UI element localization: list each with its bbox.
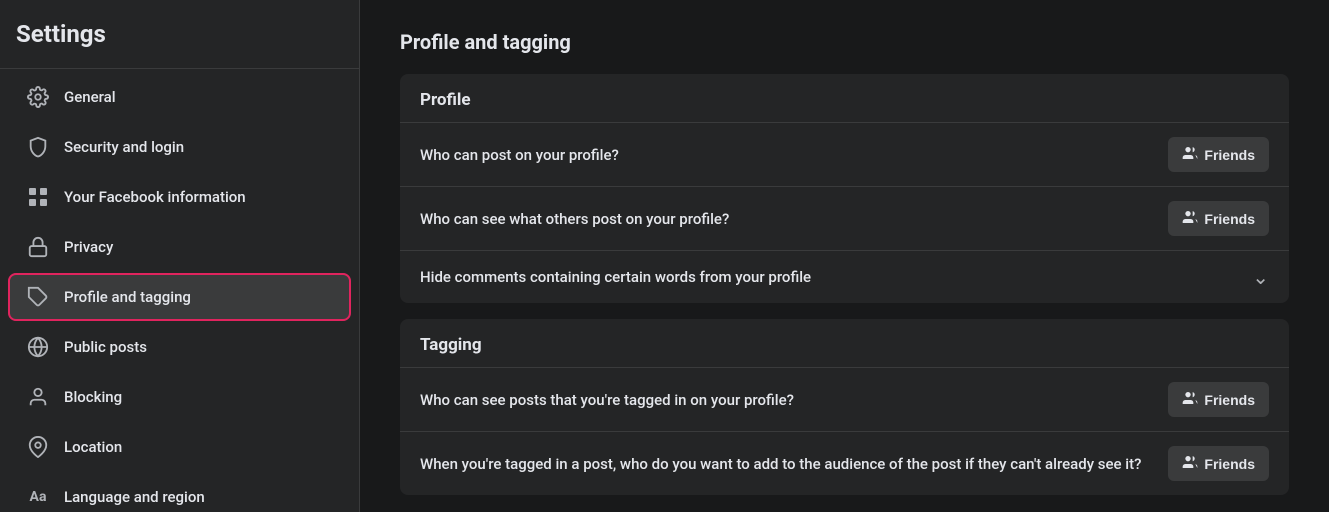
sidebar-item-label-general: General bbox=[64, 88, 116, 106]
setting-label-who-can-post: Who can post on your profile? bbox=[420, 146, 1152, 164]
btn-text-who-can-see-others-post: Friends bbox=[1204, 211, 1255, 227]
btn-text-who-can-post: Friends bbox=[1204, 147, 1255, 163]
blocking-icon bbox=[24, 383, 52, 411]
friends-icon bbox=[1182, 145, 1198, 164]
facebook-info-icon bbox=[24, 183, 52, 211]
setting-label-who-can-see-others-post: Who can see what others post on your pro… bbox=[420, 210, 1152, 228]
sidebar: Settings General Security and login Your F… bbox=[0, 0, 360, 512]
sidebar-item-label-blocking: Blocking bbox=[64, 388, 122, 406]
sidebar-item-facebook-info[interactable]: Your Facebook information bbox=[8, 173, 351, 221]
sidebar-item-label-security: Security and login bbox=[64, 138, 184, 156]
section-tagging: Tagging Who can see posts that you're tag… bbox=[400, 319, 1289, 495]
setting-row-who-can-see-others-post: Who can see what others post on your pro… bbox=[400, 186, 1289, 250]
sidebar-title: Settings bbox=[0, 20, 359, 64]
public-posts-icon bbox=[24, 333, 52, 361]
setting-row-tagged-audience: When you're tagged in a post, who do you… bbox=[400, 431, 1289, 495]
sidebar-item-profile-tagging[interactable]: Profile and tagging bbox=[8, 273, 351, 321]
sections-container: Profile Who can post on your profile? Frie… bbox=[400, 74, 1289, 495]
setting-label-hide-comments: Hide comments containing certain words f… bbox=[420, 268, 1236, 286]
sidebar-divider bbox=[0, 68, 359, 69]
setting-label-tagged-audience: When you're tagged in a post, who do you… bbox=[420, 455, 1152, 473]
sidebar-item-location[interactable]: Location bbox=[8, 423, 351, 471]
sidebar-item-label-location: Location bbox=[64, 438, 122, 456]
sidebar-item-security[interactable]: Security and login bbox=[8, 123, 351, 171]
sidebar-item-label-language: Language and region bbox=[64, 488, 205, 506]
setting-btn-who-can-post[interactable]: Friends bbox=[1168, 137, 1269, 172]
setting-row-who-can-see-tagged: Who can see posts that you're tagged in … bbox=[400, 367, 1289, 431]
sidebar-item-general[interactable]: General bbox=[8, 73, 351, 121]
setting-btn-who-can-see-tagged[interactable]: Friends bbox=[1168, 382, 1269, 417]
friends-icon bbox=[1182, 390, 1198, 409]
location-icon bbox=[24, 433, 52, 461]
setting-row-hide-comments: Hide comments containing certain words f… bbox=[400, 250, 1289, 303]
privacy-icon bbox=[24, 233, 52, 261]
sidebar-item-blocking[interactable]: Blocking bbox=[8, 373, 351, 421]
security-icon bbox=[24, 133, 52, 161]
setting-label-who-can-see-tagged: Who can see posts that you're tagged in … bbox=[420, 391, 1152, 409]
main-content: Profile and tagging ProfileWho can post … bbox=[360, 0, 1329, 512]
sidebar-item-label-profile-tagging: Profile and tagging bbox=[64, 288, 191, 306]
language-icon: Aa bbox=[24, 483, 52, 511]
friends-icon bbox=[1182, 454, 1198, 473]
btn-text-tagged-audience: Friends bbox=[1204, 456, 1255, 472]
section-profile: Profile Who can post on your profile? Frie… bbox=[400, 74, 1289, 303]
chevron-down-icon[interactable]: ⌄ bbox=[1252, 265, 1269, 289]
profile-tagging-icon bbox=[24, 283, 52, 311]
sidebar-item-label-privacy: Privacy bbox=[64, 238, 113, 256]
setting-btn-tagged-audience[interactable]: Friends bbox=[1168, 446, 1269, 481]
general-icon bbox=[24, 83, 52, 111]
setting-btn-who-can-see-others-post[interactable]: Friends bbox=[1168, 201, 1269, 236]
sidebar-item-label-public-posts: Public posts bbox=[64, 338, 147, 356]
btn-text-who-can-see-tagged: Friends bbox=[1204, 392, 1255, 408]
sidebar-item-privacy[interactable]: Privacy bbox=[8, 223, 351, 271]
section-title-profile: Profile bbox=[400, 74, 1289, 122]
sidebar-item-public-posts[interactable]: Public posts bbox=[8, 323, 351, 371]
section-title-tagging: Tagging bbox=[400, 319, 1289, 367]
page-title: Profile and tagging bbox=[400, 30, 1289, 54]
sidebar-items-container: General Security and login Your Facebook i… bbox=[0, 73, 359, 512]
setting-row-who-can-post: Who can post on your profile? Friends bbox=[400, 122, 1289, 186]
sidebar-item-language[interactable]: Aa Language and region bbox=[8, 473, 351, 512]
sidebar-item-label-facebook-info: Your Facebook information bbox=[64, 188, 246, 206]
friends-icon bbox=[1182, 209, 1198, 228]
